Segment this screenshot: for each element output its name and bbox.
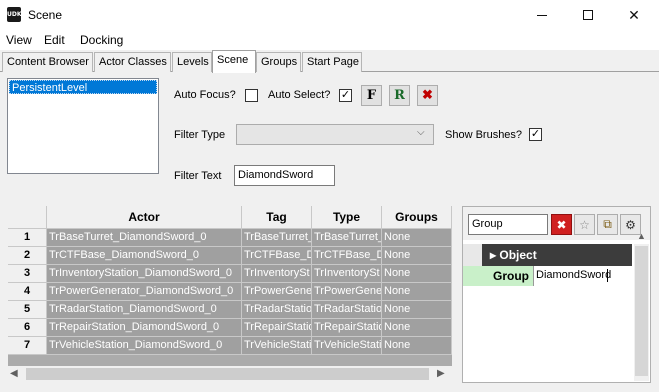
grid-cell-tag[interactable]: TrCTFBase_Di bbox=[242, 247, 312, 265]
refresh-button[interactable]: R bbox=[389, 85, 410, 106]
minimize-icon bbox=[537, 14, 547, 16]
filter-type-select[interactable] bbox=[236, 124, 434, 145]
row-number[interactable]: 3 bbox=[8, 265, 47, 283]
star-icon: ☆ bbox=[579, 217, 590, 232]
row-number[interactable]: 2 bbox=[8, 247, 47, 265]
grid-cell-type[interactable]: TrVehicleStati bbox=[312, 337, 382, 355]
menu-edit[interactable]: Edit bbox=[44, 33, 65, 47]
scroll-up-icon[interactable]: ▲ bbox=[637, 231, 646, 241]
close-icon: ✕ bbox=[628, 6, 640, 23]
grid-cell-groups[interactable]: None bbox=[382, 265, 452, 283]
auto-focus-checkbox[interactable] bbox=[245, 89, 258, 102]
tab-levels[interactable]: Levels bbox=[172, 52, 212, 72]
property-scrollbar-thumb[interactable] bbox=[635, 246, 648, 376]
scrollbar-thumb[interactable] bbox=[26, 368, 429, 380]
property-category-object[interactable]: ▸ Object bbox=[482, 244, 632, 266]
clear-icon: ✖ bbox=[556, 217, 567, 232]
row-number[interactable]: 7 bbox=[8, 337, 47, 355]
level-item-persistent[interactable]: PersistentLevel bbox=[9, 80, 157, 94]
column-header-groups[interactable]: Groups bbox=[382, 206, 452, 229]
row-number[interactable]: 6 bbox=[8, 319, 47, 337]
category-label: Object bbox=[499, 248, 537, 262]
close-button[interactable]: ✕ bbox=[611, 0, 657, 30]
grid-cell-actor[interactable]: TrInventoryStation_DiamondSword_0 bbox=[47, 265, 242, 283]
grid-cell-actor[interactable]: TrBaseTurret_DiamondSword_0 bbox=[47, 229, 242, 247]
grid-cell-type[interactable]: TrBaseTurret_ bbox=[312, 229, 382, 247]
row-number[interactable]: 1 bbox=[8, 229, 47, 247]
filter-type-label: Filter Type bbox=[174, 129, 226, 141]
grid-cell-tag[interactable]: TrRepairStatio bbox=[242, 319, 312, 337]
tab-actor-classes[interactable]: Actor Classes bbox=[94, 52, 171, 72]
app-icon: UDK bbox=[7, 7, 22, 22]
column-header-type[interactable]: Type bbox=[312, 206, 382, 229]
row-number[interactable]: 5 bbox=[8, 301, 47, 319]
property-value-group[interactable]: DiamondSword bbox=[533, 266, 633, 286]
focus-icon: F bbox=[366, 88, 377, 103]
tab-scene[interactable]: Scene bbox=[212, 50, 256, 73]
grid-cell-type[interactable]: TrCTFBase_Di bbox=[312, 247, 382, 265]
filter-text-label: Filter Text bbox=[174, 170, 222, 182]
clear-search-button[interactable]: ✖ bbox=[551, 214, 572, 235]
delete-icon: ✖ bbox=[422, 88, 433, 103]
grid-cell-tag[interactable]: TrRadarStatio bbox=[242, 301, 312, 319]
chevron-down-icon: ⌵ bbox=[417, 127, 425, 138]
maximize-icon bbox=[583, 10, 593, 20]
column-header-actor[interactable]: Actor bbox=[47, 206, 242, 229]
delete-button[interactable]: ✖ bbox=[417, 85, 438, 106]
scroll-right-icon[interactable]: ▶ bbox=[437, 368, 445, 379]
focus-button[interactable]: F bbox=[361, 85, 382, 106]
grid-cell-tag[interactable]: TrBaseTurret_ bbox=[242, 229, 312, 247]
copy-icon: ⧉ bbox=[603, 217, 612, 231]
grid-cell-actor[interactable]: TrPowerGenerator_DiamondSword_0 bbox=[47, 283, 242, 301]
auto-select-label: Auto Select? bbox=[268, 89, 331, 101]
grid-cell-tag[interactable]: TrVehicleStati bbox=[242, 337, 312, 355]
grid-cell-type[interactable]: TrRepairStatio bbox=[312, 319, 382, 337]
property-search-input[interactable]: Group bbox=[468, 214, 548, 235]
row-number[interactable]: 4 bbox=[8, 283, 47, 301]
favorite-button[interactable]: ☆ bbox=[574, 214, 595, 235]
wrench-icon: ⚙ bbox=[625, 217, 636, 232]
grid-cell-actor[interactable]: TrRepairStation_DiamondSword_0 bbox=[47, 319, 242, 337]
column-header-tag[interactable]: Tag bbox=[242, 206, 312, 229]
grid-corner bbox=[8, 206, 47, 229]
window-title: Scene bbox=[28, 8, 63, 22]
auto-select-checkbox[interactable]: ✓ bbox=[339, 89, 352, 102]
grid-cell-actor[interactable]: TrRadarStation_DiamondSword_0 bbox=[47, 301, 242, 319]
show-brushes-checkbox[interactable]: ✓ bbox=[529, 128, 542, 141]
expand-arrow-icon[interactable]: ▸ bbox=[490, 248, 496, 262]
filter-text-input[interactable]: DiamondSword bbox=[234, 165, 335, 186]
menu-view[interactable]: View bbox=[6, 33, 32, 47]
property-label-group: Group bbox=[463, 266, 533, 286]
grid-cell-actor[interactable]: TrVehicleStation_DiamondSword_0 bbox=[47, 337, 242, 355]
grid-cell-groups[interactable]: None bbox=[382, 247, 452, 265]
grid-cell-groups[interactable]: None bbox=[382, 229, 452, 247]
grid-cell-type[interactable]: TrRadarStatio bbox=[312, 301, 382, 319]
auto-focus-label: Auto Focus? bbox=[174, 89, 236, 101]
grid-cell-groups[interactable]: None bbox=[382, 319, 452, 337]
category-gutter bbox=[463, 244, 482, 266]
grid-cell-type[interactable]: TrInventorySt bbox=[312, 265, 382, 283]
menu-docking[interactable]: Docking bbox=[80, 33, 123, 47]
copy-button[interactable]: ⧉ bbox=[597, 214, 618, 235]
grid-cell-tag[interactable]: TrPowerGene bbox=[242, 283, 312, 301]
grid-cell-groups[interactable]: None bbox=[382, 283, 452, 301]
grid-cell-type[interactable]: TrPowerGene bbox=[312, 283, 382, 301]
tab-groups[interactable]: Groups bbox=[256, 52, 301, 72]
minimize-button[interactable] bbox=[519, 0, 565, 30]
show-brushes-label: Show Brushes? bbox=[445, 129, 523, 141]
tab-content-browser[interactable]: Content Browser bbox=[2, 52, 93, 72]
tab-start-page[interactable]: Start Page bbox=[302, 52, 362, 72]
scroll-left-icon[interactable]: ◀ bbox=[10, 368, 18, 379]
grid-cell-groups[interactable]: None bbox=[382, 337, 452, 355]
grid-cell-actor[interactable]: TrCTFBase_DiamondSword_0 bbox=[47, 247, 242, 265]
grid-cell-tag[interactable]: TrInventorySt bbox=[242, 265, 312, 283]
refresh-icon: R bbox=[394, 88, 405, 103]
maximize-button[interactable] bbox=[565, 0, 611, 30]
grid-cell-groups[interactable]: None bbox=[382, 301, 452, 319]
text-caret bbox=[607, 269, 608, 282]
